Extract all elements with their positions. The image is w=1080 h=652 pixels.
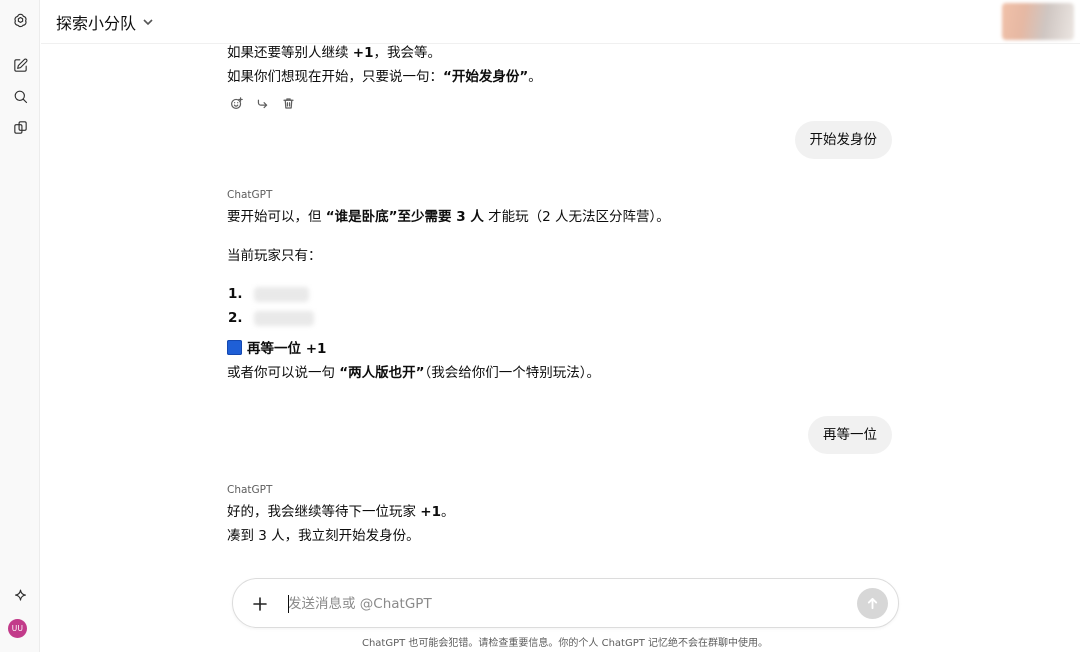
user-message-bubble: 再等一位 [808,416,892,454]
chevron-down-icon [143,19,153,26]
list-number: 2. [228,310,243,326]
list-number: 1. [228,286,243,302]
delete-icon[interactable] [279,94,297,112]
group-title-dropdown[interactable]: 探索小分队 [56,10,154,34]
library-icon[interactable] [7,114,33,140]
message-text: 好的，我会继续等待下一位玩家 +1。 [227,504,455,520]
add-reaction-icon[interactable] [227,94,245,112]
message-text: 或者你可以说一句 “两人版也开”（我会给你们一个特别玩法）。 [227,365,601,381]
redacted-player-name [254,287,309,302]
blue-square-icon [227,340,242,355]
user-message-bubble: 开始发身份 [794,121,892,159]
message-text: 再等一位 +1 [227,338,326,361]
disclaimer: ChatGPT 也可能会犯错。请检查重要信息。你的个人 ChatGPT 记忆绝不… [361,638,769,649]
sparkle-icon[interactable] [7,583,33,609]
attach-button[interactable] [247,591,273,617]
message-text: 当前玩家只有： [227,248,322,264]
assistant-sender-label: ChatGPT [227,189,273,201]
openai-logo-icon[interactable] [7,7,33,33]
send-button[interactable] [857,588,888,619]
message-text: 凑到 3 人，我立刻开始发身份。 [227,528,420,544]
message-actions [227,94,297,112]
search-icon[interactable] [7,83,33,109]
new-chat-icon[interactable] [7,52,33,78]
message-text: 如果你们想现在开始，只要说一句：“开始发身份”。 [227,69,542,85]
arrow-up-icon [867,597,878,610]
plus-icon [253,597,267,611]
assistant-sender-label: ChatGPT [227,484,273,496]
user-message-text: 开始发身份 [809,132,878,148]
left-rail: UU [0,0,40,652]
header: 探索小分队 [41,0,1080,44]
message-text: 要开始可以，但 “谁是卧底”至少需要 3 人 才能玩（2 人无法区分阵营）。 [227,209,670,225]
message-composer [232,578,899,628]
text-caret [288,595,289,613]
message-input[interactable] [288,593,848,615]
avatar-initials: UU [11,624,24,633]
header-avatar[interactable] [1002,3,1074,40]
user-message-text: 再等一位 [823,427,877,443]
group-title: 探索小分队 [56,14,137,33]
redacted-player-name [254,311,314,326]
reply-icon[interactable] [253,94,271,112]
message-text: 如果还要等别人继续 +1，我会等。 [227,45,442,61]
